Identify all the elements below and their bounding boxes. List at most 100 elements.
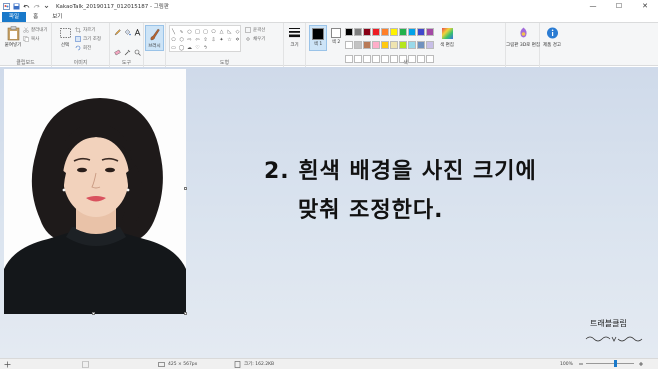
palette-swatch[interactable]	[345, 41, 353, 50]
palette-swatch[interactable]	[390, 41, 398, 50]
paint3d-group: 그림판 3D로 편집	[506, 23, 540, 67]
line-shape-icon[interactable]: ╲	[170, 29, 177, 36]
info-icon	[546, 26, 559, 41]
rounded-callout-shape-icon[interactable]: ▭	[170, 45, 177, 52]
resize-handle-bottom[interactable]	[92, 312, 95, 315]
resize-handle-right[interactable]	[184, 187, 187, 190]
palette-swatch[interactable]	[417, 41, 425, 50]
photo-canvas[interactable]	[4, 69, 186, 314]
tab-home[interactable]: 홈	[26, 12, 45, 22]
eraser-icon[interactable]	[113, 49, 121, 57]
palette-swatch[interactable]	[417, 28, 425, 36]
customize-qat-icon[interactable]	[43, 3, 50, 10]
left-arrow-shape-icon[interactable]: ⇦	[194, 37, 201, 44]
diamond-shape-icon[interactable]: ◇	[234, 29, 241, 36]
polygon-shape-icon[interactable]: ⬠	[210, 29, 217, 36]
four-point-star-shape-icon[interactable]: ✦	[218, 37, 225, 44]
tab-file[interactable]: 파일	[2, 12, 27, 22]
text-icon[interactable]	[133, 28, 141, 36]
palette-swatch[interactable]	[399, 28, 407, 36]
cloud-callout-shape-icon[interactable]: ☁	[186, 45, 193, 52]
outline-button[interactable]: 윤곽선	[245, 26, 265, 34]
product-alert-label: 제품 경고	[543, 43, 561, 48]
crop-button[interactable]: 자르기	[75, 26, 101, 34]
clipboard-icon	[7, 26, 20, 41]
right-triangle-shape-icon[interactable]: ◺	[226, 29, 233, 36]
curve-shape-icon[interactable]: ∿	[178, 29, 185, 36]
minimize-button[interactable]: —	[580, 0, 606, 12]
brush-icon	[148, 27, 161, 42]
magnifier-icon[interactable]	[133, 49, 141, 57]
palette-swatch[interactable]	[426, 28, 434, 36]
palette-swatch[interactable]	[363, 41, 371, 50]
select-icon	[59, 26, 72, 41]
zoom-slider-thumb[interactable]	[614, 360, 617, 367]
paint-app-icon[interactable]	[3, 2, 10, 10]
palette-swatch[interactable]	[372, 41, 380, 50]
resize-button[interactable]: 크기 조정	[75, 35, 101, 43]
rotate-button[interactable]: 회전	[75, 44, 101, 52]
palette-swatch[interactable]	[399, 41, 407, 50]
fill-icon	[245, 36, 251, 42]
edit-colors-label: 색 편집	[440, 43, 454, 48]
canvas-area[interactable]: 2. 흰색 배경을 사진 크기에 맞춰 조정한다. 트래블클립	[0, 67, 658, 358]
up-arrow-shape-icon[interactable]: ⇧	[202, 37, 209, 44]
size-button[interactable]: 크기	[285, 25, 304, 67]
undo-icon[interactable]	[23, 3, 30, 10]
selection-size	[82, 360, 89, 368]
palette-swatch[interactable]	[363, 28, 371, 36]
product-alert-button[interactable]: 제품 경고	[543, 25, 561, 67]
right-arrow-shape-icon[interactable]: ⇨	[186, 37, 193, 44]
five-point-star-shape-icon[interactable]: ☆	[226, 37, 233, 44]
palette-swatch[interactable]	[426, 41, 434, 50]
zoom-slider[interactable]	[586, 363, 634, 364]
color1-button[interactable]: 색 1	[309, 25, 327, 51]
six-point-star-shape-icon[interactable]: ✡	[234, 37, 241, 44]
outline-icon	[245, 27, 251, 33]
close-button[interactable]: ✕	[632, 0, 658, 12]
zoom-in-button[interactable]	[638, 361, 644, 367]
copy-button[interactable]: 복사	[23, 35, 48, 43]
down-arrow-shape-icon[interactable]: ⇩	[210, 37, 217, 44]
shapes-group: ╲ ∿ ○ □ ▢ ⬠ △ ◺ ◇ ⬠ ⬡ ⇨ ⇦ ⇧ ⇩ ✦ ☆ ✡ ▭ ◯ …	[166, 23, 284, 67]
oval-callout-shape-icon[interactable]: ◯	[178, 45, 185, 52]
palette-swatch[interactable]	[381, 41, 389, 50]
color-picker-icon[interactable]	[123, 49, 131, 57]
brushes-button[interactable]: 브러시	[145, 25, 164, 51]
rectangle-shape-icon[interactable]: □	[194, 29, 201, 36]
copy-icon	[23, 36, 29, 42]
maximize-button[interactable]: ☐	[606, 0, 632, 12]
pencil-icon[interactable]	[113, 28, 121, 36]
resize-handle-corner[interactable]	[184, 312, 187, 315]
palette-swatch[interactable]	[390, 28, 398, 36]
palette-swatch[interactable]	[354, 41, 362, 50]
zoom-level: 100%	[560, 362, 573, 367]
cursor-position	[4, 361, 11, 368]
zoom-out-button[interactable]	[578, 361, 584, 367]
fill-label: 채우기	[253, 37, 266, 42]
redo-icon[interactable]	[33, 3, 40, 10]
hexagon-shape-icon[interactable]: ⬡	[178, 37, 185, 44]
cursor-position-icon	[4, 361, 11, 367]
tab-view[interactable]: 보기	[45, 12, 69, 22]
pentagon-shape-icon[interactable]: ⬠	[170, 37, 177, 44]
palette-swatch[interactable]	[408, 41, 416, 50]
palette-swatch[interactable]	[372, 28, 380, 36]
rotate-icon	[75, 45, 81, 51]
save-icon[interactable]	[13, 3, 20, 10]
palette-swatch[interactable]	[381, 28, 389, 36]
triangle-shape-icon[interactable]: △	[218, 29, 225, 36]
crop-label: 자르기	[83, 28, 96, 33]
palette-swatch[interactable]	[408, 28, 416, 36]
fill-button[interactable]: 채우기	[245, 35, 265, 43]
cut-button[interactable]: 잘라내기	[23, 26, 48, 34]
heart-shape-icon[interactable]: ♡	[194, 45, 201, 52]
rounded-rectangle-shape-icon[interactable]: ▢	[202, 29, 209, 36]
palette-swatch[interactable]	[354, 28, 362, 36]
fill-bucket-icon[interactable]	[123, 28, 131, 36]
oval-shape-icon[interactable]: ○	[186, 29, 193, 36]
lightning-shape-icon[interactable]: ϟ	[202, 45, 209, 52]
palette-swatch[interactable]	[345, 28, 353, 36]
quick-access-toolbar	[0, 2, 50, 10]
paint3d-button[interactable]: 그림판 3D로 편집	[506, 25, 540, 67]
